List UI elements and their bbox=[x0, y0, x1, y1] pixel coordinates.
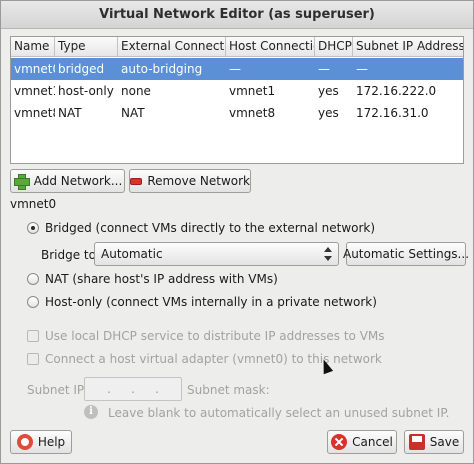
save-button[interactable]: Save bbox=[404, 430, 464, 454]
plus-icon bbox=[13, 173, 30, 190]
subnet-hint: Leave blank to automatically select an u… bbox=[108, 406, 450, 420]
cell-type: NAT bbox=[58, 106, 82, 120]
cell-subnet: 172.16.31.0 bbox=[356, 106, 429, 120]
dhcp-label: Use local DHCP service to distribute IP … bbox=[45, 329, 385, 343]
cell-name: vmnet1 bbox=[14, 84, 55, 98]
cell-name: vmnet0 bbox=[14, 62, 55, 76]
table-row[interactable]: vmnet0 bridged auto-bridging — — — bbox=[11, 58, 463, 80]
cell-subnet: 172.16.222.0 bbox=[356, 84, 437, 98]
cell-external: none bbox=[121, 84, 151, 98]
bridged-radio[interactable] bbox=[27, 222, 39, 234]
minus-icon bbox=[130, 177, 143, 185]
automatic-settings-button[interactable]: Automatic Settings... bbox=[342, 242, 470, 266]
nat-label: NAT (share host's IP address with VMs) bbox=[45, 272, 278, 286]
column-header-subnet-ip[interactable]: Subnet IP Address bbox=[353, 37, 463, 57]
bridged-label: Bridged (connect VMs directly to the ext… bbox=[45, 221, 376, 235]
host-adapter-checkbox[interactable] bbox=[27, 353, 39, 365]
column-header-type[interactable]: Type bbox=[55, 37, 118, 57]
cell-external: NAT bbox=[121, 106, 145, 120]
column-header-name[interactable]: Name bbox=[11, 37, 55, 57]
automatic-settings-label: Automatic Settings... bbox=[342, 247, 470, 261]
bridged-radio-option[interactable]: Bridged (connect VMs directly to the ext… bbox=[27, 221, 375, 235]
add-network-label: Add Network... bbox=[33, 174, 123, 188]
nat-radio-option[interactable]: NAT (share host's IP address with VMs) bbox=[27, 272, 278, 286]
cell-host: — bbox=[229, 62, 241, 76]
table-header: Name Type External Connection Host Conne… bbox=[11, 37, 463, 57]
hostonly-radio-option[interactable]: Host-only (connect VMs internally in a p… bbox=[27, 295, 377, 309]
ip-dot: . bbox=[155, 382, 159, 396]
cell-dhcp: yes bbox=[318, 106, 339, 120]
ip-dot: . bbox=[131, 382, 135, 396]
remove-network-label: Remove Network bbox=[147, 174, 250, 188]
network-table[interactable]: Name Type External Connection Host Conne… bbox=[10, 36, 464, 164]
add-network-button[interactable]: Add Network... bbox=[10, 169, 125, 193]
cell-dhcp: yes bbox=[318, 84, 339, 98]
remove-network-button[interactable]: Remove Network bbox=[129, 169, 251, 193]
section-title: vmnet0 bbox=[10, 197, 57, 211]
hostonly-radio[interactable] bbox=[27, 296, 39, 308]
cancel-label: Cancel bbox=[352, 435, 393, 449]
cell-host: vmnet1 bbox=[229, 84, 276, 98]
help-button[interactable]: Help bbox=[10, 430, 72, 454]
info-icon: i bbox=[84, 405, 98, 419]
hostonly-label: Host-only (connect VMs internally in a p… bbox=[45, 295, 377, 309]
host-adapter-label: Connect a host virtual adapter (vmnet0) … bbox=[45, 352, 382, 366]
column-header-dhcp[interactable]: DHCP bbox=[315, 37, 353, 57]
save-icon bbox=[408, 434, 425, 450]
virtual-network-editor-window: Virtual Network Editor (as superuser) Na… bbox=[0, 0, 474, 464]
cell-type: bridged bbox=[58, 62, 105, 76]
dhcp-checkbox[interactable] bbox=[27, 330, 39, 342]
table-row[interactable]: vmnet8 NAT NAT vmnet8 yes 172.16.31.0 bbox=[11, 102, 463, 124]
bridge-to-select[interactable]: Automatic bbox=[94, 242, 339, 266]
save-label: Save bbox=[429, 435, 460, 449]
subnet-ip-input[interactable]: . . . bbox=[84, 377, 182, 401]
combo-arrows-icon bbox=[324, 247, 332, 261]
window-title: Virtual Network Editor (as superuser) bbox=[1, 1, 473, 29]
column-header-external-connection[interactable]: External Connection bbox=[118, 37, 226, 57]
cell-external: auto-bridging bbox=[121, 62, 203, 76]
table-row[interactable]: vmnet1 host-only none vmnet1 yes 172.16.… bbox=[11, 80, 463, 102]
cell-host: vmnet8 bbox=[229, 106, 276, 120]
cell-subnet: — bbox=[356, 62, 368, 76]
cell-type: host-only bbox=[58, 84, 114, 98]
cell-name: vmnet8 bbox=[14, 106, 55, 120]
column-header-host-connection[interactable]: Host Connection bbox=[226, 37, 315, 57]
dhcp-checkbox-option[interactable]: Use local DHCP service to distribute IP … bbox=[27, 329, 385, 343]
subnet-ip-label: Subnet IP: bbox=[27, 383, 89, 397]
help-label: Help bbox=[37, 435, 66, 449]
cancel-button[interactable]: Cancel bbox=[327, 430, 397, 454]
bridge-to-label: Bridge to: bbox=[41, 248, 101, 262]
ip-dot: . bbox=[107, 382, 111, 396]
help-icon bbox=[16, 434, 33, 450]
bridge-to-value: Automatic bbox=[101, 247, 163, 261]
subnet-mask-label: Subnet mask: bbox=[187, 383, 270, 397]
nat-radio[interactable] bbox=[27, 273, 39, 285]
cancel-icon bbox=[331, 434, 348, 450]
cell-dhcp: — bbox=[318, 62, 330, 76]
